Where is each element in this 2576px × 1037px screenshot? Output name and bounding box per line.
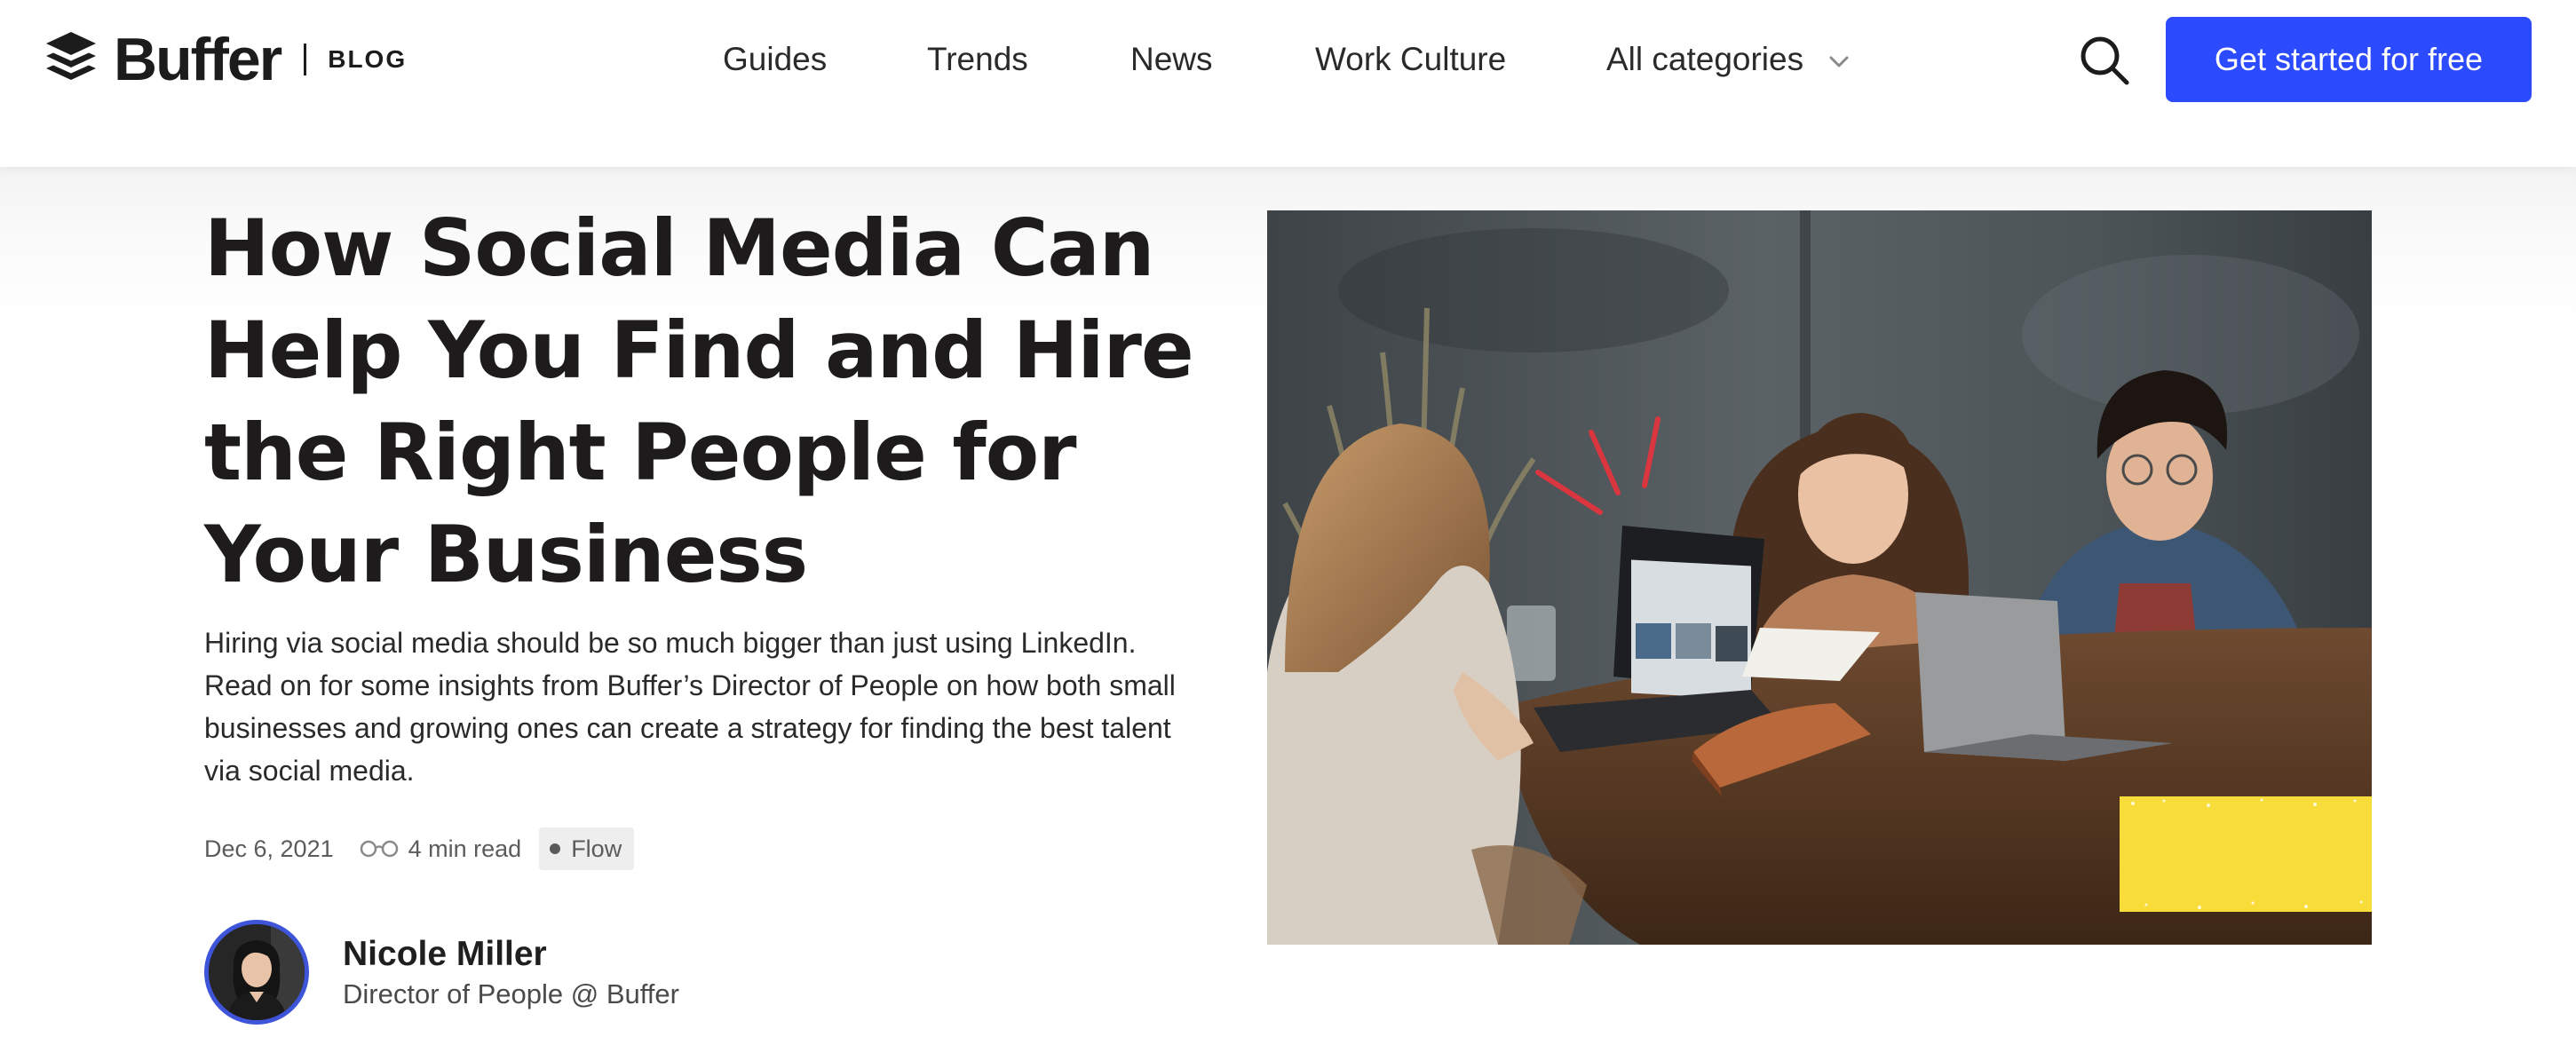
article-meta: Dec 6, 2021 4 min read Flow xyxy=(204,827,635,870)
author-avatar[interactable] xyxy=(204,920,309,1025)
hero-photo xyxy=(1267,210,2372,945)
site-header: Buffer BLOG Guides Trends News Work Cult… xyxy=(0,0,2576,167)
nav-item-all-categories[interactable]: All categories xyxy=(1606,39,1803,80)
search-icon[interactable] xyxy=(2078,34,2131,87)
glasses-icon xyxy=(360,840,398,858)
hero-image xyxy=(1267,210,2372,945)
publish-date: Dec 6, 2021 xyxy=(204,835,334,862)
author-role: Director of People @ Buffer xyxy=(343,978,679,1009)
tag-dot-icon xyxy=(550,843,561,854)
nav-item-news[interactable]: News xyxy=(1130,39,1213,80)
author-block: Nicole Miller Director of People @ Buffe… xyxy=(204,914,679,1030)
category-tag[interactable]: Flow xyxy=(539,827,635,870)
nav-item-trends[interactable]: Trends xyxy=(927,39,1028,80)
article-title: How Social Media Can Help You Find and H… xyxy=(204,202,1194,600)
author-name[interactable]: Nicole Miller xyxy=(343,932,679,977)
chevron-down-icon[interactable] xyxy=(1827,50,1851,73)
get-started-button[interactable]: Get started for free xyxy=(2166,17,2532,102)
nav-item-guides[interactable]: Guides xyxy=(723,39,827,80)
author-info: Nicole Miller Director of People @ Buffe… xyxy=(343,932,679,1012)
category-tag-label: Flow xyxy=(571,835,622,862)
avatar-photo xyxy=(209,924,305,1020)
article-excerpt: Hiring via social media should be so muc… xyxy=(204,627,1176,787)
nav-item-work-culture[interactable]: Work Culture xyxy=(1315,39,1506,80)
read-time: 4 min read xyxy=(408,835,522,862)
